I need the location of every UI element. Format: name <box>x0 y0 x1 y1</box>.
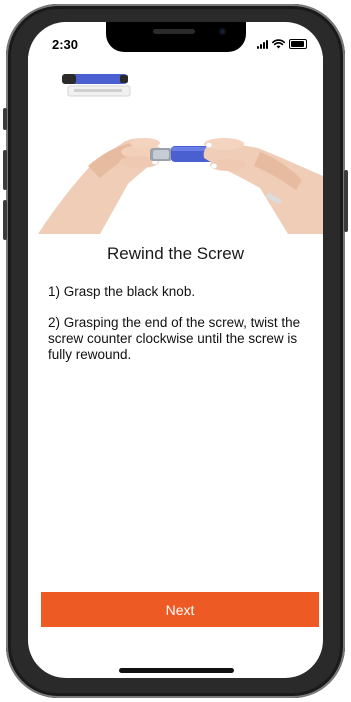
wifi-icon <box>272 39 285 49</box>
status-icons <box>257 39 307 49</box>
power-button <box>344 170 348 232</box>
speaker-grille <box>153 29 195 34</box>
notch <box>106 22 246 52</box>
instruction-step-2: 2) Grasping the end of the screw, twist … <box>48 315 301 362</box>
cellular-signal-icon <box>257 39 268 49</box>
volume-down-button <box>3 200 7 240</box>
front-camera <box>219 28 226 35</box>
pen-thumbnail <box>62 74 131 97</box>
instruction-image <box>28 56 323 234</box>
home-indicator[interactable] <box>119 668 234 673</box>
status-time: 2:30 <box>52 37 79 52</box>
battery-icon <box>289 39 307 49</box>
screen: 2:30 Rewind the Screw 1) Grasp the black… <box>28 22 323 678</box>
next-button[interactable]: Next <box>41 592 319 627</box>
instruction-step-1: 1) Grasp the black knob. <box>48 284 196 299</box>
mute-switch <box>3 108 7 130</box>
step-title: Rewind the Screw <box>106 244 244 263</box>
volume-up-button <box>3 150 7 190</box>
